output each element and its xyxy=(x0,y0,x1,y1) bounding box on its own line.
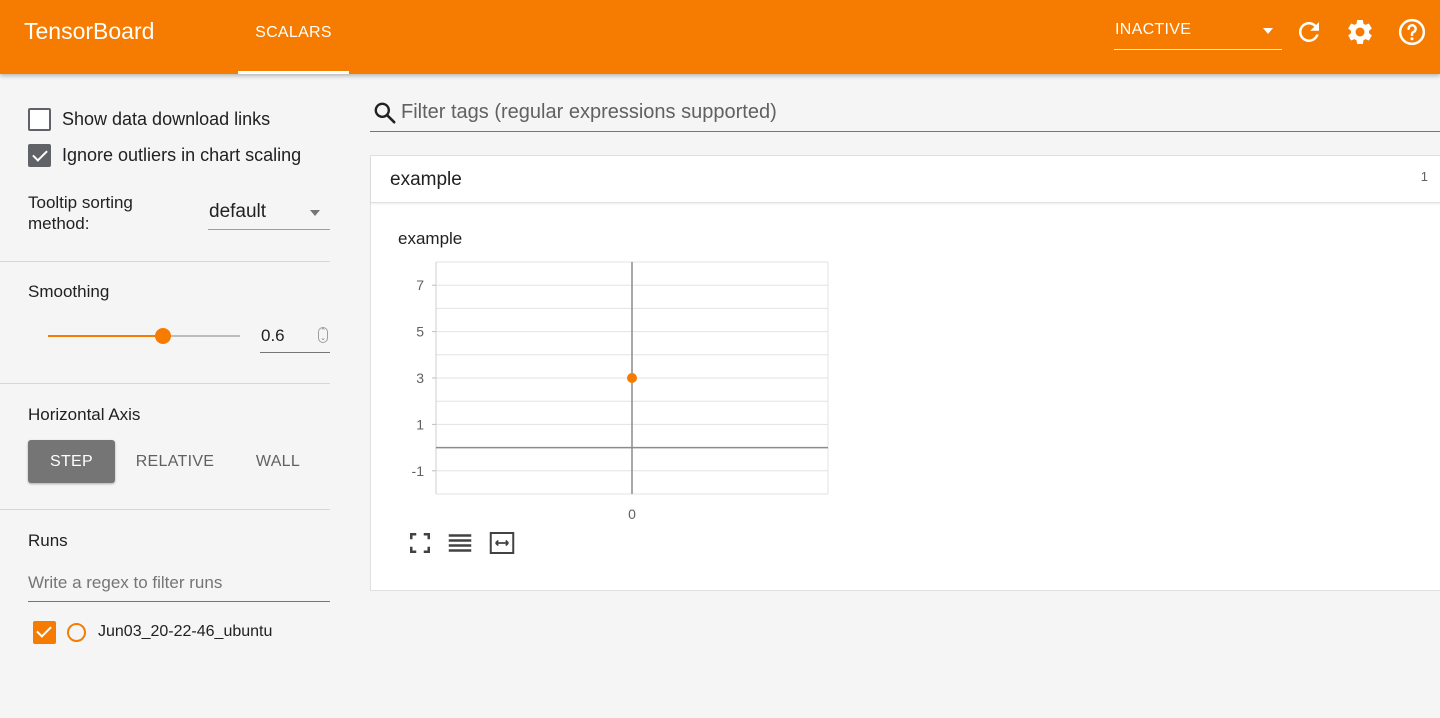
ignore-outliers-option[interactable]: Ignore outliers in chart scaling xyxy=(28,143,301,167)
x-tick-label: 0 xyxy=(628,506,636,522)
divider xyxy=(0,509,330,510)
show-download-links-option[interactable]: Show data download links xyxy=(28,107,270,131)
y-tick-label: -1 xyxy=(412,463,425,479)
chart-title: example xyxy=(398,229,463,248)
show-download-links-checkbox[interactable] xyxy=(28,107,51,131)
run-checkbox[interactable] xyxy=(33,620,56,644)
chevron-down-icon xyxy=(1263,28,1273,34)
scalar-chart[interactable]: 7 5 3 1 -1 0 xyxy=(391,256,831,526)
runs-label: Runs xyxy=(28,531,68,550)
tag-filter-placeholder: Filter tags (regular expressions support… xyxy=(401,101,777,123)
help-icon[interactable] xyxy=(1397,17,1427,47)
axis-relative-button[interactable]: RELATIVE xyxy=(127,440,223,483)
y-tick-label: 1 xyxy=(416,416,424,432)
y-tick-label: 5 xyxy=(416,324,424,340)
smoothing-value: 0.6 xyxy=(261,326,285,345)
settings-icon[interactable] xyxy=(1345,17,1375,47)
chevron-down-icon xyxy=(310,210,320,216)
refresh-icon[interactable] xyxy=(1294,17,1324,47)
top-app-bar: TensorBoard SCALARS INACTIVE xyxy=(0,0,1440,74)
inactive-dashboards-select[interactable]: INACTIVE xyxy=(1114,18,1282,50)
smoothing-slider-fill xyxy=(48,335,164,337)
sidebar: Show data download links Ignore outliers… xyxy=(0,74,350,718)
show-download-links-label: Show data download links xyxy=(62,108,271,129)
horizontal-axis-label: Horizontal Axis xyxy=(28,405,141,424)
smoothing-slider-thumb[interactable] xyxy=(155,328,172,344)
axis-wall-button[interactable]: WALL xyxy=(238,440,318,483)
smoothing-slider[interactable] xyxy=(48,328,240,344)
category-title: example xyxy=(390,169,462,190)
tab-scalars-label: SCALARS xyxy=(255,24,332,41)
tag-filter-input[interactable]: Filter tags (regular expressions support… xyxy=(370,96,1440,132)
data-point xyxy=(627,373,637,383)
y-tick-label: 3 xyxy=(416,370,424,386)
category-count: 1 xyxy=(1420,169,1428,184)
tab-scalars[interactable]: SCALARS xyxy=(238,0,349,74)
ignore-outliers-label: Ignore outliers in chart scaling xyxy=(62,144,302,165)
ignore-outliers-checkbox[interactable] xyxy=(28,143,51,167)
fit-domain-icon[interactable] xyxy=(487,528,517,558)
smoothing-input[interactable]: 0.6 ⌃ ⌄ xyxy=(260,322,330,353)
run-item[interactable]: Jun03_20-22-46_ubuntu xyxy=(33,620,272,644)
app-brand: TensorBoard xyxy=(24,18,155,44)
axis-step-button[interactable]: STEP xyxy=(28,440,115,483)
runs-filter-input[interactable]: Write a regex to filter runs xyxy=(28,571,330,602)
y-tick-label: 7 xyxy=(416,277,424,293)
fullscreen-icon[interactable] xyxy=(405,528,435,558)
tooltip-sorting-value: default xyxy=(209,201,267,222)
spinner-icon[interactable]: ⌃ ⌄ xyxy=(318,327,328,343)
tag-category-card: example 1 example 7 5 3 1 -1 0 xyxy=(370,155,1440,591)
runs-filter-placeholder: Write a regex to filter runs xyxy=(28,573,223,592)
divider xyxy=(0,261,330,262)
smoothing-label: Smoothing xyxy=(28,282,110,301)
inactive-select-value: INACTIVE xyxy=(1115,21,1192,38)
run-color-icon[interactable] xyxy=(67,622,86,642)
divider xyxy=(0,383,330,384)
search-icon xyxy=(374,102,396,124)
tooltip-sorting-select[interactable]: default xyxy=(208,196,330,230)
tooltip-sorting-label: Tooltip sorting method: xyxy=(28,193,133,233)
category-header[interactable]: example 1 xyxy=(371,156,1440,203)
data-table-icon[interactable] xyxy=(445,528,475,558)
run-name: Jun03_20-22-46_ubuntu xyxy=(98,623,273,640)
